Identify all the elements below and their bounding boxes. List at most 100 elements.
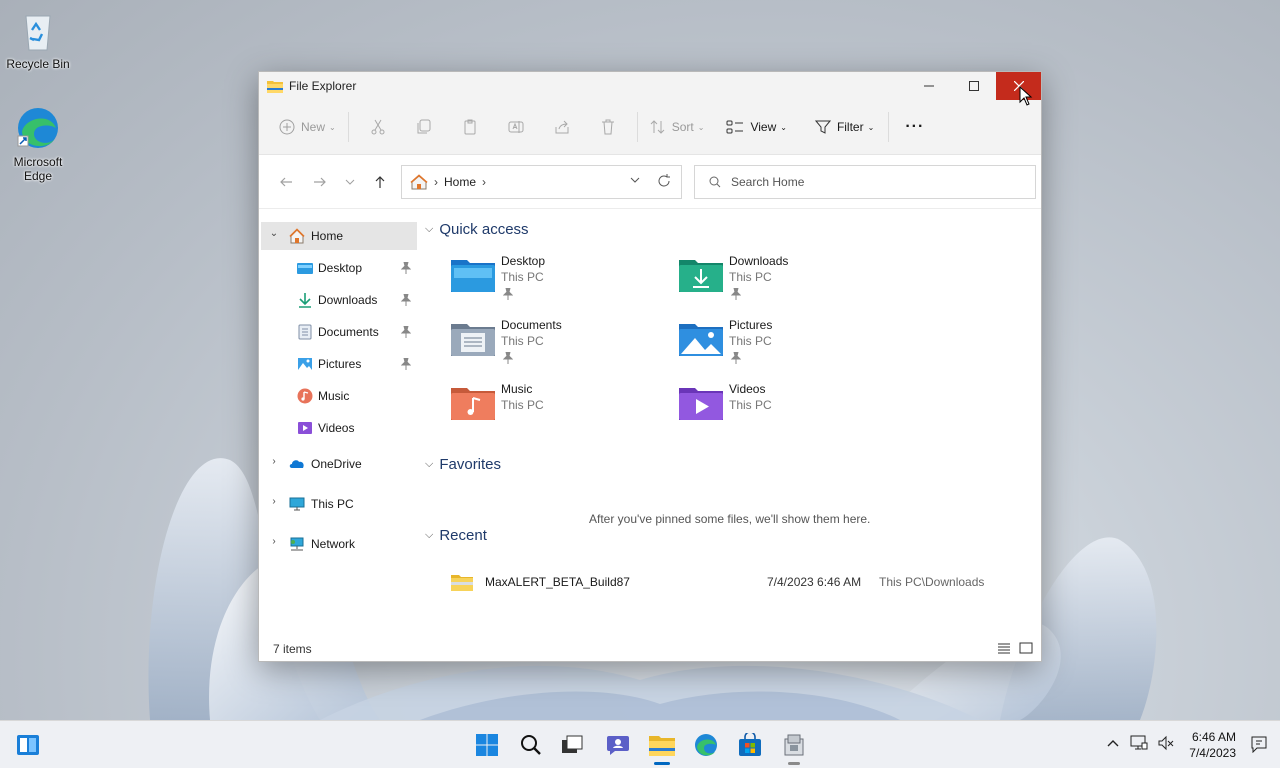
search-input[interactable]: Search Home: [694, 164, 1036, 199]
sort-button[interactable]: Sort ⌄: [644, 111, 711, 143]
sidebar-item-label: This PC: [311, 497, 354, 511]
clock[interactable]: 6:46 AM 7/4/2023: [1189, 729, 1236, 761]
sidebar-item-pictures[interactable]: Pictures: [261, 350, 417, 378]
quick-access-tile-music[interactable]: Music This PC: [451, 382, 651, 438]
chevron-right-icon[interactable]: ›: [267, 536, 281, 547]
quick-access-tile-downloads[interactable]: Downloads This PC: [679, 254, 879, 310]
desktop-icon-recycle-bin[interactable]: Recycle Bin: [0, 8, 76, 71]
recent-locations-button[interactable]: [337, 167, 363, 197]
refresh-button[interactable]: [657, 173, 671, 191]
videos-icon: [298, 422, 312, 434]
installer-taskbar-button[interactable]: [778, 729, 810, 765]
address-dropdown-button[interactable]: [629, 174, 641, 189]
sidebar-item-home[interactable]: ⌄ Home: [261, 222, 417, 250]
recycle-bin-icon: [25, 15, 51, 51]
widgets-button[interactable]: [12, 729, 44, 761]
chevron-right-icon[interactable]: ›: [267, 496, 281, 507]
tile-location: This PC: [501, 334, 544, 348]
sidebar-item-onedrive[interactable]: › OneDrive: [261, 450, 417, 478]
recent-header[interactable]: ⌵ Recent: [425, 524, 487, 546]
tiles-view-icon[interactable]: [1019, 642, 1033, 654]
store-taskbar-button[interactable]: [734, 729, 766, 761]
pictures-icon: [298, 358, 312, 370]
filter-button[interactable]: Filter ⌄: [809, 111, 880, 143]
details-view-icon[interactable]: [997, 642, 1011, 654]
forward-button[interactable]: [303, 167, 337, 197]
pin-icon: [503, 352, 513, 364]
rename-button[interactable]: [493, 111, 539, 143]
pin-icon: [401, 262, 411, 274]
widgets-icon: [17, 735, 39, 755]
title-bar[interactable]: File Explorer: [259, 72, 1041, 100]
arrow-right-icon: [314, 177, 326, 186]
share-button[interactable]: [539, 111, 585, 143]
breadcrumb-separator: ›: [482, 174, 487, 189]
start-button[interactable]: [471, 729, 503, 761]
command-bar: New ⌄ Sort ⌄ View ⌄ Filter ⌄ ···: [259, 100, 1041, 155]
search-taskbar-button[interactable]: [515, 729, 547, 761]
quick-access-tile-pictures[interactable]: Pictures This PC: [679, 318, 879, 374]
quick-access-tile-videos[interactable]: Videos This PC: [679, 382, 879, 438]
edge-icon: [695, 734, 717, 756]
tile-name: Pictures: [729, 318, 773, 332]
filter-icon: [814, 120, 831, 134]
pictures-folder-icon: [679, 324, 723, 356]
home-icon: [410, 173, 428, 189]
recent-file-name: MaxALERT_BETA_Build87: [485, 575, 630, 589]
minimize-button[interactable]: [906, 72, 951, 100]
sidebar-item-label: Network: [311, 537, 356, 551]
pin-icon: [731, 288, 741, 300]
chevron-right-icon[interactable]: ›: [267, 456, 281, 467]
sidebar-item-music[interactable]: Music: [261, 382, 417, 410]
sidebar-item-desktop[interactable]: Desktop: [261, 254, 417, 282]
toolbar-divider: [888, 112, 890, 142]
recent-file-date: 7/4/2023 6:46 AM: [767, 575, 862, 589]
more-options-button[interactable]: ···: [899, 111, 930, 143]
quick-access-tile-documents[interactable]: Documents This PC: [451, 318, 651, 374]
recent-file-row[interactable]: MaxALERT_BETA_Build87 7/4/2023 6:46 AM T…: [451, 570, 1011, 594]
sidebar-item-this-pc[interactable]: › This PC: [261, 490, 417, 518]
sidebar-item-network[interactable]: › Network: [261, 530, 417, 558]
task-view-button[interactable]: [556, 729, 588, 761]
file-explorer-icon: [267, 81, 283, 93]
documents-folder-icon: [451, 324, 495, 356]
show-hidden-icons-button[interactable]: [1106, 736, 1120, 753]
quick-access-header[interactable]: ⌵ Quick access: [425, 218, 529, 240]
notifications-button[interactable]: [1250, 735, 1268, 756]
volume-button[interactable]: [1158, 735, 1174, 754]
trash-icon: [601, 119, 614, 135]
copy-button[interactable]: [401, 111, 447, 143]
music-folder-icon: [451, 388, 495, 420]
sidebar-item-videos[interactable]: Videos: [261, 414, 417, 442]
back-button[interactable]: [269, 167, 303, 197]
address-bar[interactable]: › Home ›: [401, 164, 682, 199]
cut-button[interactable]: [355, 111, 401, 143]
copy-icon: [417, 119, 431, 134]
up-button[interactable]: [363, 167, 397, 197]
tile-name: Videos: [729, 382, 766, 396]
chevron-down-icon[interactable]: ⌄: [267, 228, 281, 239]
paste-button[interactable]: [447, 111, 493, 143]
edge-taskbar-button[interactable]: [690, 729, 722, 761]
chat-icon: [607, 736, 629, 755]
breadcrumb-home[interactable]: Home: [444, 175, 476, 189]
plus-circle-icon: [279, 119, 295, 135]
delete-button[interactable]: [585, 111, 631, 143]
network-status-button[interactable]: [1130, 735, 1148, 754]
sidebar-item-label: Music: [318, 389, 350, 403]
desktop-icon-edge[interactable]: Microsoft Edge: [0, 106, 76, 183]
clock-time: 6:46 AM: [1191, 730, 1236, 744]
sidebar-item-documents[interactable]: Documents: [261, 318, 417, 346]
favorites-header[interactable]: ⌵ Favorites: [425, 453, 501, 475]
new-button[interactable]: New ⌄: [273, 111, 342, 143]
view-button[interactable]: View ⌄: [720, 111, 793, 143]
maximize-button[interactable]: [951, 72, 996, 100]
edge-label-line1: Microsoft: [13, 155, 63, 169]
pin-icon: [731, 352, 741, 364]
file-explorer-taskbar-button[interactable]: [646, 729, 678, 765]
quick-access-tile-desktop[interactable]: Desktop This PC: [451, 254, 651, 310]
sidebar-item-downloads[interactable]: Downloads: [261, 286, 417, 314]
cut-icon: [371, 119, 385, 135]
edge-icon: [17, 108, 58, 148]
chat-button[interactable]: [602, 729, 634, 761]
